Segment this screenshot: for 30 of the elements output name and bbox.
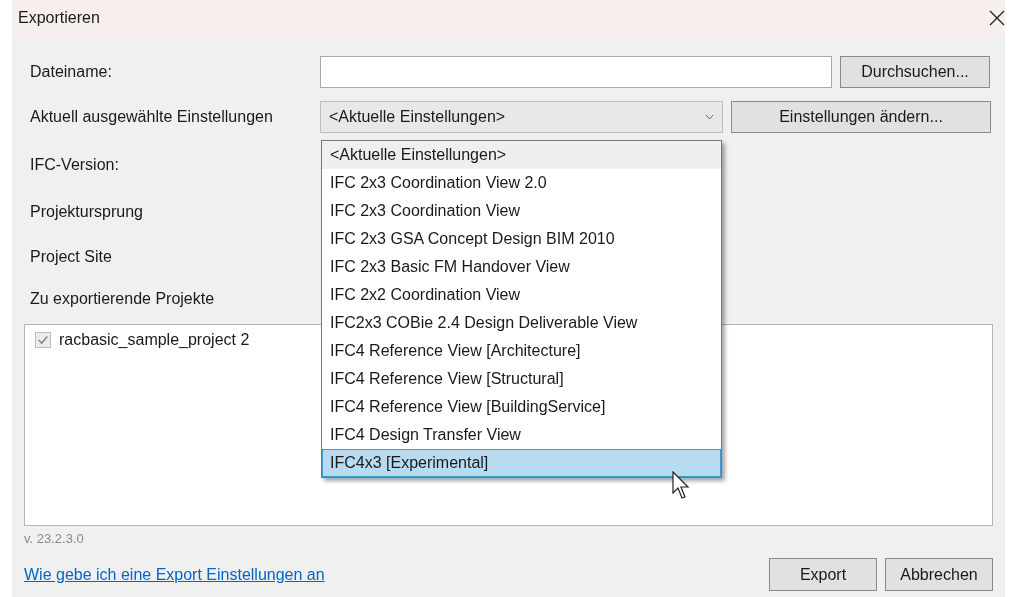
field-label: Project Site (30, 247, 113, 266)
change-settings-button[interactable]: Einstellungen ändern... (731, 101, 991, 133)
dropdown-option[interactable]: <Aktuelle Einstellungen> (322, 141, 721, 169)
caret-icon (705, 114, 714, 120)
dropdown-option[interactable]: IFC2x3 COBie 2.4 Design Deliverable View (322, 309, 721, 337)
browse-button[interactable]: Durchsuchen... (840, 56, 990, 88)
dropdown-option[interactable]: IFC 2x3 Coordination View (322, 197, 721, 225)
dropdown-option[interactable]: IFC4 Reference View [BuildingService] (322, 393, 721, 421)
dropdown-option[interactable]: IFC 2x2 Coordination View (322, 281, 721, 309)
window-title: Exportieren (18, 9, 100, 27)
dropdown-option[interactable]: IFC 2x3 Basic FM Handover View (322, 253, 721, 281)
dialog-button[interactable]: Abbrechen (885, 558, 993, 591)
field-label: Aktuell ausgewählte Einstellungen (30, 108, 274, 126)
field-label: Dateiname: (30, 63, 113, 81)
field-label: IFC-Version: (30, 156, 120, 174)
dropdown-option[interactable]: IFC4 Reference View [Structural] (322, 365, 721, 393)
dropdown-option[interactable]: IFC4 Reference View [Architecture] (322, 337, 721, 365)
dropdown-option[interactable]: IFC 2x3 GSA Concept Design BIM 2010 (322, 225, 721, 253)
project-label: racbasic_sample_project 2 (59, 331, 250, 349)
filename-field[interactable] (320, 56, 832, 88)
dropdown-option[interactable]: IFC4 Design Transfer View (322, 421, 721, 449)
settings-dropdown[interactable]: <Aktuelle Einstellungen> (320, 101, 723, 133)
dropdown-option[interactable]: IFC4x3 [Experimental] (322, 449, 721, 477)
dialog-button[interactable]: Export (769, 558, 877, 591)
dropdown-option[interactable]: IFC 2x3 Coordination View 2.0 (322, 169, 721, 197)
close-icon[interactable] (989, 10, 1005, 26)
help-link[interactable]: Wie gebe ich eine Export Einstellungen an (24, 565, 325, 584)
field-label: Projektursprung (30, 202, 144, 221)
field-label: Zu exportierende Projekte (30, 290, 216, 308)
version-text: v. 23.2.3.0 (24, 531, 85, 546)
